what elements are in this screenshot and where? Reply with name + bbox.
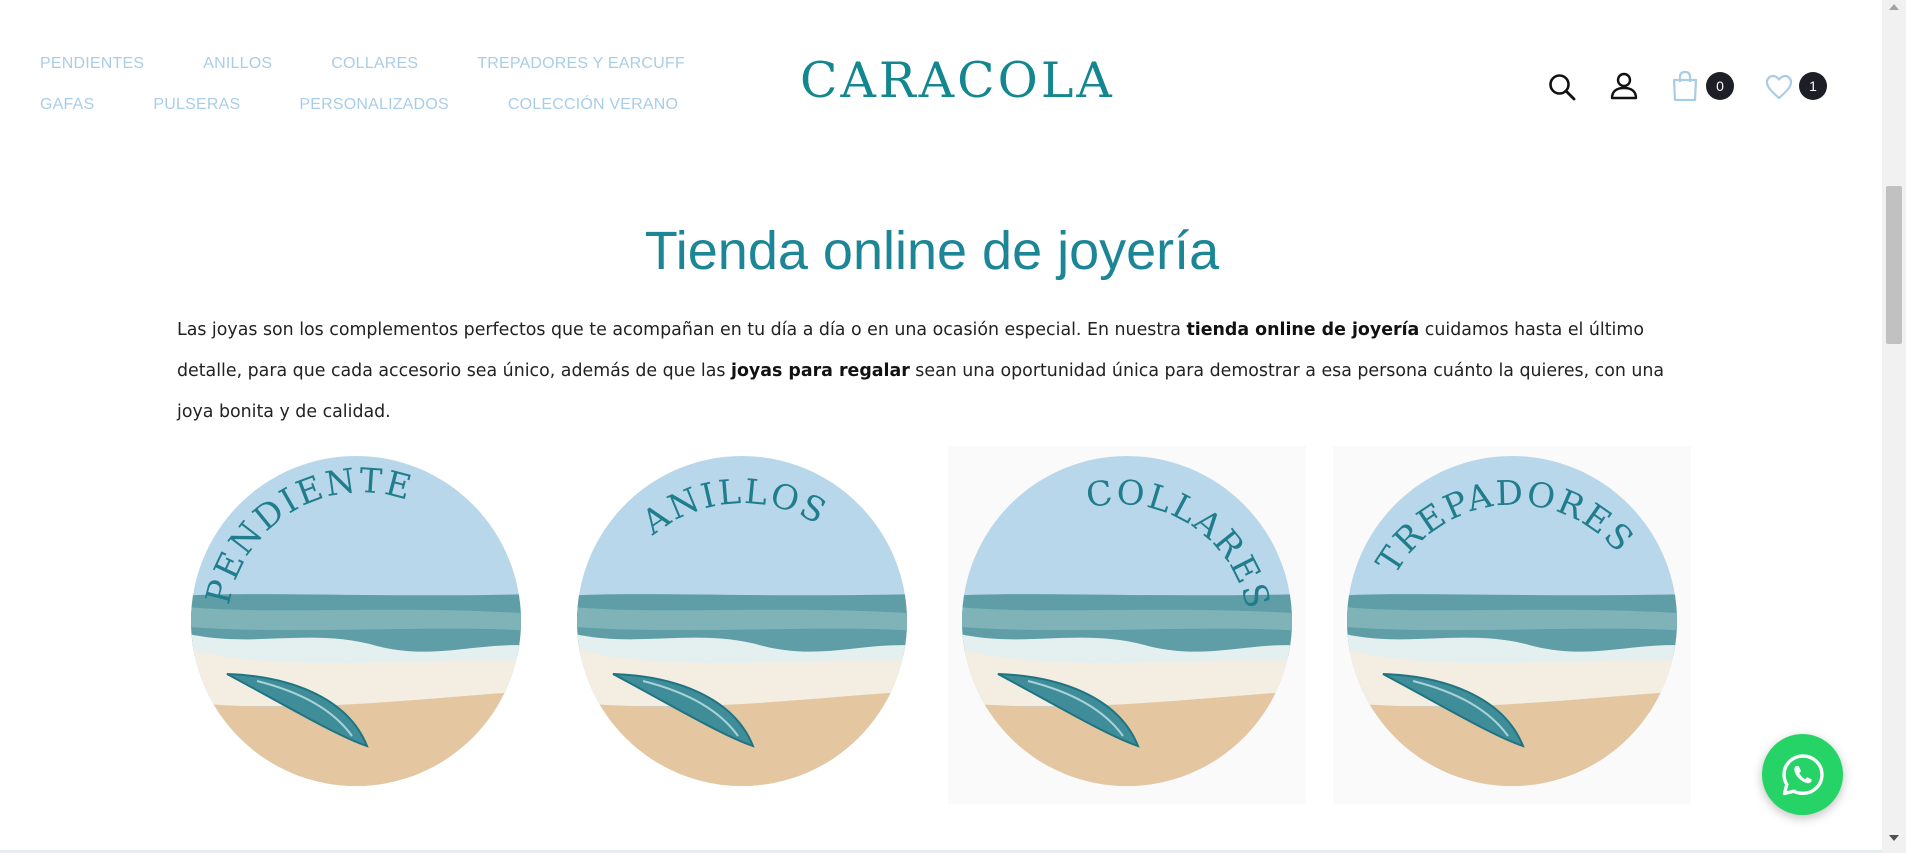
nav-trepadores-earcuff[interactable]: TREPADORES Y EARCUFF xyxy=(477,55,685,73)
intro-bold-1: tienda online de joyería xyxy=(1186,320,1420,340)
nav-personalizados[interactable]: PERSONALIZADOS xyxy=(299,96,449,114)
site-logo[interactable]: CARACOLA xyxy=(800,52,1115,109)
category-collares[interactable]: COLLARES xyxy=(948,446,1306,804)
page-scrollbar[interactable] xyxy=(1882,0,1906,853)
user-account-icon[interactable] xyxy=(1609,71,1639,101)
whatsapp-icon xyxy=(1781,753,1824,795)
nav-pulseras[interactable]: PULSERAS xyxy=(153,96,240,114)
category-trepadores[interactable]: TREPADORES xyxy=(1333,446,1691,804)
main-nav-row-2: GAFAS PULSERAS PERSONALIZADOS COLECCIÓN … xyxy=(40,96,737,114)
nav-collares[interactable]: COLLARES xyxy=(331,55,418,73)
nav-anillos[interactable]: ANILLOS xyxy=(203,55,272,73)
search-icon[interactable] xyxy=(1547,72,1577,102)
category-anillos[interactable]: ANILLOS xyxy=(563,446,921,804)
whatsapp-button[interactable] xyxy=(1762,734,1843,815)
heart-icon[interactable] xyxy=(1765,74,1793,100)
category-pendientes[interactable]: PENDIENTES xyxy=(177,446,535,804)
wishlist-count-badge: 1 xyxy=(1799,72,1827,100)
scrollbar-thumb[interactable] xyxy=(1886,186,1902,344)
site-header: PENDIENTES ANILLOS COLLARES TREPADORES Y… xyxy=(0,0,1882,150)
page-title: Tienda online de joyería xyxy=(644,221,1220,281)
scroll-up-arrow-icon[interactable] xyxy=(1889,4,1899,10)
scroll-down-arrow-icon[interactable] xyxy=(1889,835,1899,841)
cart-count-badge: 0 xyxy=(1706,72,1734,100)
main-nav-row-1: PENDIENTES ANILLOS COLLARES TREPADORES Y… xyxy=(40,55,744,73)
nav-coleccion-verano[interactable]: COLECCIÓN VERANO xyxy=(508,96,678,114)
intro-paragraph: Las joyas son los complementos perfectos… xyxy=(177,310,1697,433)
nav-pendientes[interactable]: PENDIENTES xyxy=(40,55,144,73)
nav-gafas[interactable]: GAFAS xyxy=(40,96,94,114)
intro-bold-2: joyas para regalar xyxy=(731,361,910,381)
shopping-bag-icon[interactable] xyxy=(1671,70,1699,102)
intro-text-1: Las joyas son los complementos perfectos… xyxy=(177,320,1187,340)
